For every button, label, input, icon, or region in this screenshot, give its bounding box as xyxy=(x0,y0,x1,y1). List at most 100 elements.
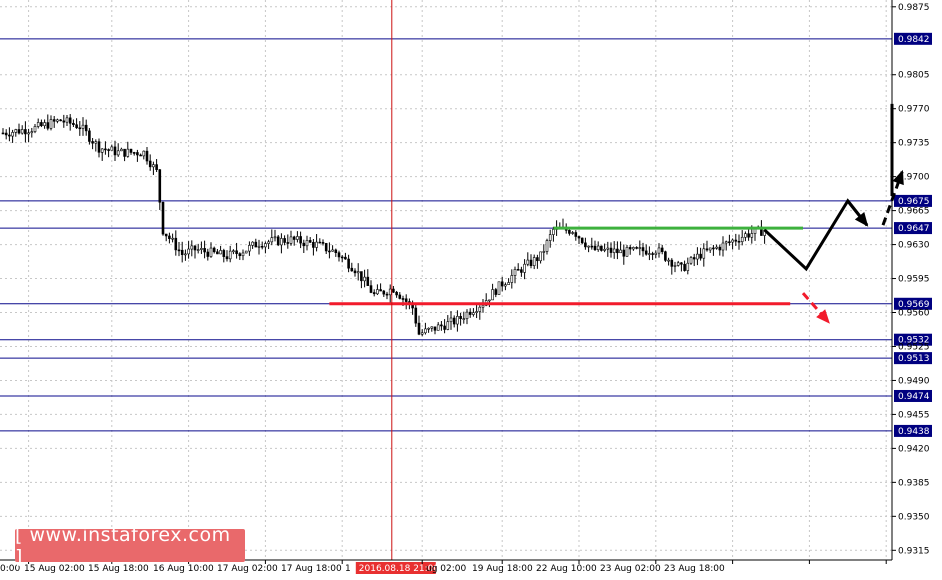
level-badge-label: 0.9474 xyxy=(898,392,930,402)
candle-body xyxy=(488,299,491,302)
level-badge-label: 0.9647 xyxy=(898,224,930,234)
price-tick-label: 0.9665 xyxy=(898,207,930,217)
candle-body xyxy=(401,298,405,300)
candle-body xyxy=(395,291,398,296)
candle-body xyxy=(321,242,325,244)
candle-body xyxy=(638,247,642,249)
cursor-line: 2016.08.18 21:00 xyxy=(355,0,439,574)
candle-body xyxy=(158,169,162,203)
candle-body xyxy=(33,126,37,132)
candle-body xyxy=(577,236,581,239)
candle-body xyxy=(145,150,149,162)
candle-body xyxy=(216,251,219,255)
candle-body xyxy=(625,247,629,257)
candle-body xyxy=(536,257,539,262)
candle-body xyxy=(49,119,53,129)
time-tick-label: 1 xyxy=(345,564,351,574)
candle-body xyxy=(235,250,238,254)
candle-body xyxy=(27,132,30,135)
candle-body xyxy=(600,245,603,251)
level-lines: 0.98420.96750.96470.95690.95320.95130.94… xyxy=(0,32,932,437)
candle-body xyxy=(612,248,616,253)
price-tick-label: 0.9490 xyxy=(898,376,930,386)
level-badge-label: 0.9438 xyxy=(898,427,930,437)
candle-body xyxy=(132,152,136,154)
candle-body xyxy=(353,270,357,274)
candle-body xyxy=(11,132,14,137)
candle-body xyxy=(180,249,184,255)
candle-body xyxy=(267,241,270,244)
candle-body xyxy=(414,307,418,324)
candle-body xyxy=(584,242,587,248)
candle-body xyxy=(664,251,667,261)
candle-body xyxy=(177,249,181,252)
candle-body xyxy=(622,249,626,257)
forecast-arrows xyxy=(763,169,904,324)
candle-body xyxy=(129,148,133,153)
trend-lines xyxy=(329,226,803,306)
candle-body xyxy=(379,289,382,292)
candle-body xyxy=(184,253,187,256)
candle-body xyxy=(516,269,520,271)
candle-body xyxy=(702,248,706,259)
level-badge-label: 0.9842 xyxy=(898,35,930,45)
candle-body xyxy=(212,247,216,253)
candle-body xyxy=(344,256,347,260)
candle-body xyxy=(462,318,466,320)
candle-body xyxy=(718,246,722,251)
price-axis: 0.98750.98050.97700.97350.97000.96650.96… xyxy=(890,0,930,560)
candle-body xyxy=(155,164,158,170)
candle-body xyxy=(491,289,494,301)
price-tick-label: 0.9875 xyxy=(898,3,930,13)
candle-body xyxy=(641,247,645,252)
candle-body xyxy=(318,241,322,244)
candle-body xyxy=(712,247,715,250)
candle-body xyxy=(369,285,373,293)
price-tick-label: 0.9735 xyxy=(898,139,930,149)
candle-body xyxy=(744,233,747,238)
candle-body xyxy=(459,316,462,319)
candle-body xyxy=(472,312,475,315)
candle-body xyxy=(1,132,5,135)
candle-body xyxy=(308,240,312,243)
candle-body xyxy=(280,238,283,246)
candle-body xyxy=(65,117,69,123)
candle-body xyxy=(193,245,197,251)
candle-body xyxy=(139,154,142,157)
candle-body xyxy=(526,259,530,265)
candle-body xyxy=(24,129,27,135)
candle-body xyxy=(731,239,734,243)
candle-body xyxy=(20,129,24,134)
candle-body xyxy=(161,201,165,235)
candle-body xyxy=(542,251,546,253)
candle-body xyxy=(36,122,40,127)
candle-body xyxy=(152,164,155,168)
candle-body xyxy=(264,243,267,248)
candle-body xyxy=(596,245,600,251)
price-tick-label: 0.9350 xyxy=(898,512,930,522)
candle-body xyxy=(328,250,331,253)
time-tick-label: 19 Aug 18:00 xyxy=(472,564,533,574)
candle-body xyxy=(478,306,482,312)
candle-body xyxy=(209,247,213,257)
candle-body xyxy=(648,253,651,255)
candle-body xyxy=(366,276,370,286)
candle-body xyxy=(315,241,318,248)
candle-body xyxy=(17,129,21,134)
candle-body xyxy=(75,124,78,129)
candle-body xyxy=(552,229,555,235)
candle-body xyxy=(376,289,379,295)
candle-body xyxy=(404,298,408,302)
candle-body xyxy=(203,248,206,253)
candle-body xyxy=(286,242,290,244)
candle-body xyxy=(84,124,88,132)
candle-body xyxy=(238,253,242,257)
candle-body xyxy=(606,247,610,250)
candle-body xyxy=(673,265,677,267)
candle-body xyxy=(539,251,542,262)
candle-body xyxy=(257,245,261,248)
price-tick-label: 0.9455 xyxy=(898,410,930,420)
candle-body xyxy=(724,241,728,244)
candle-body xyxy=(721,242,725,251)
candle-body xyxy=(587,245,590,248)
